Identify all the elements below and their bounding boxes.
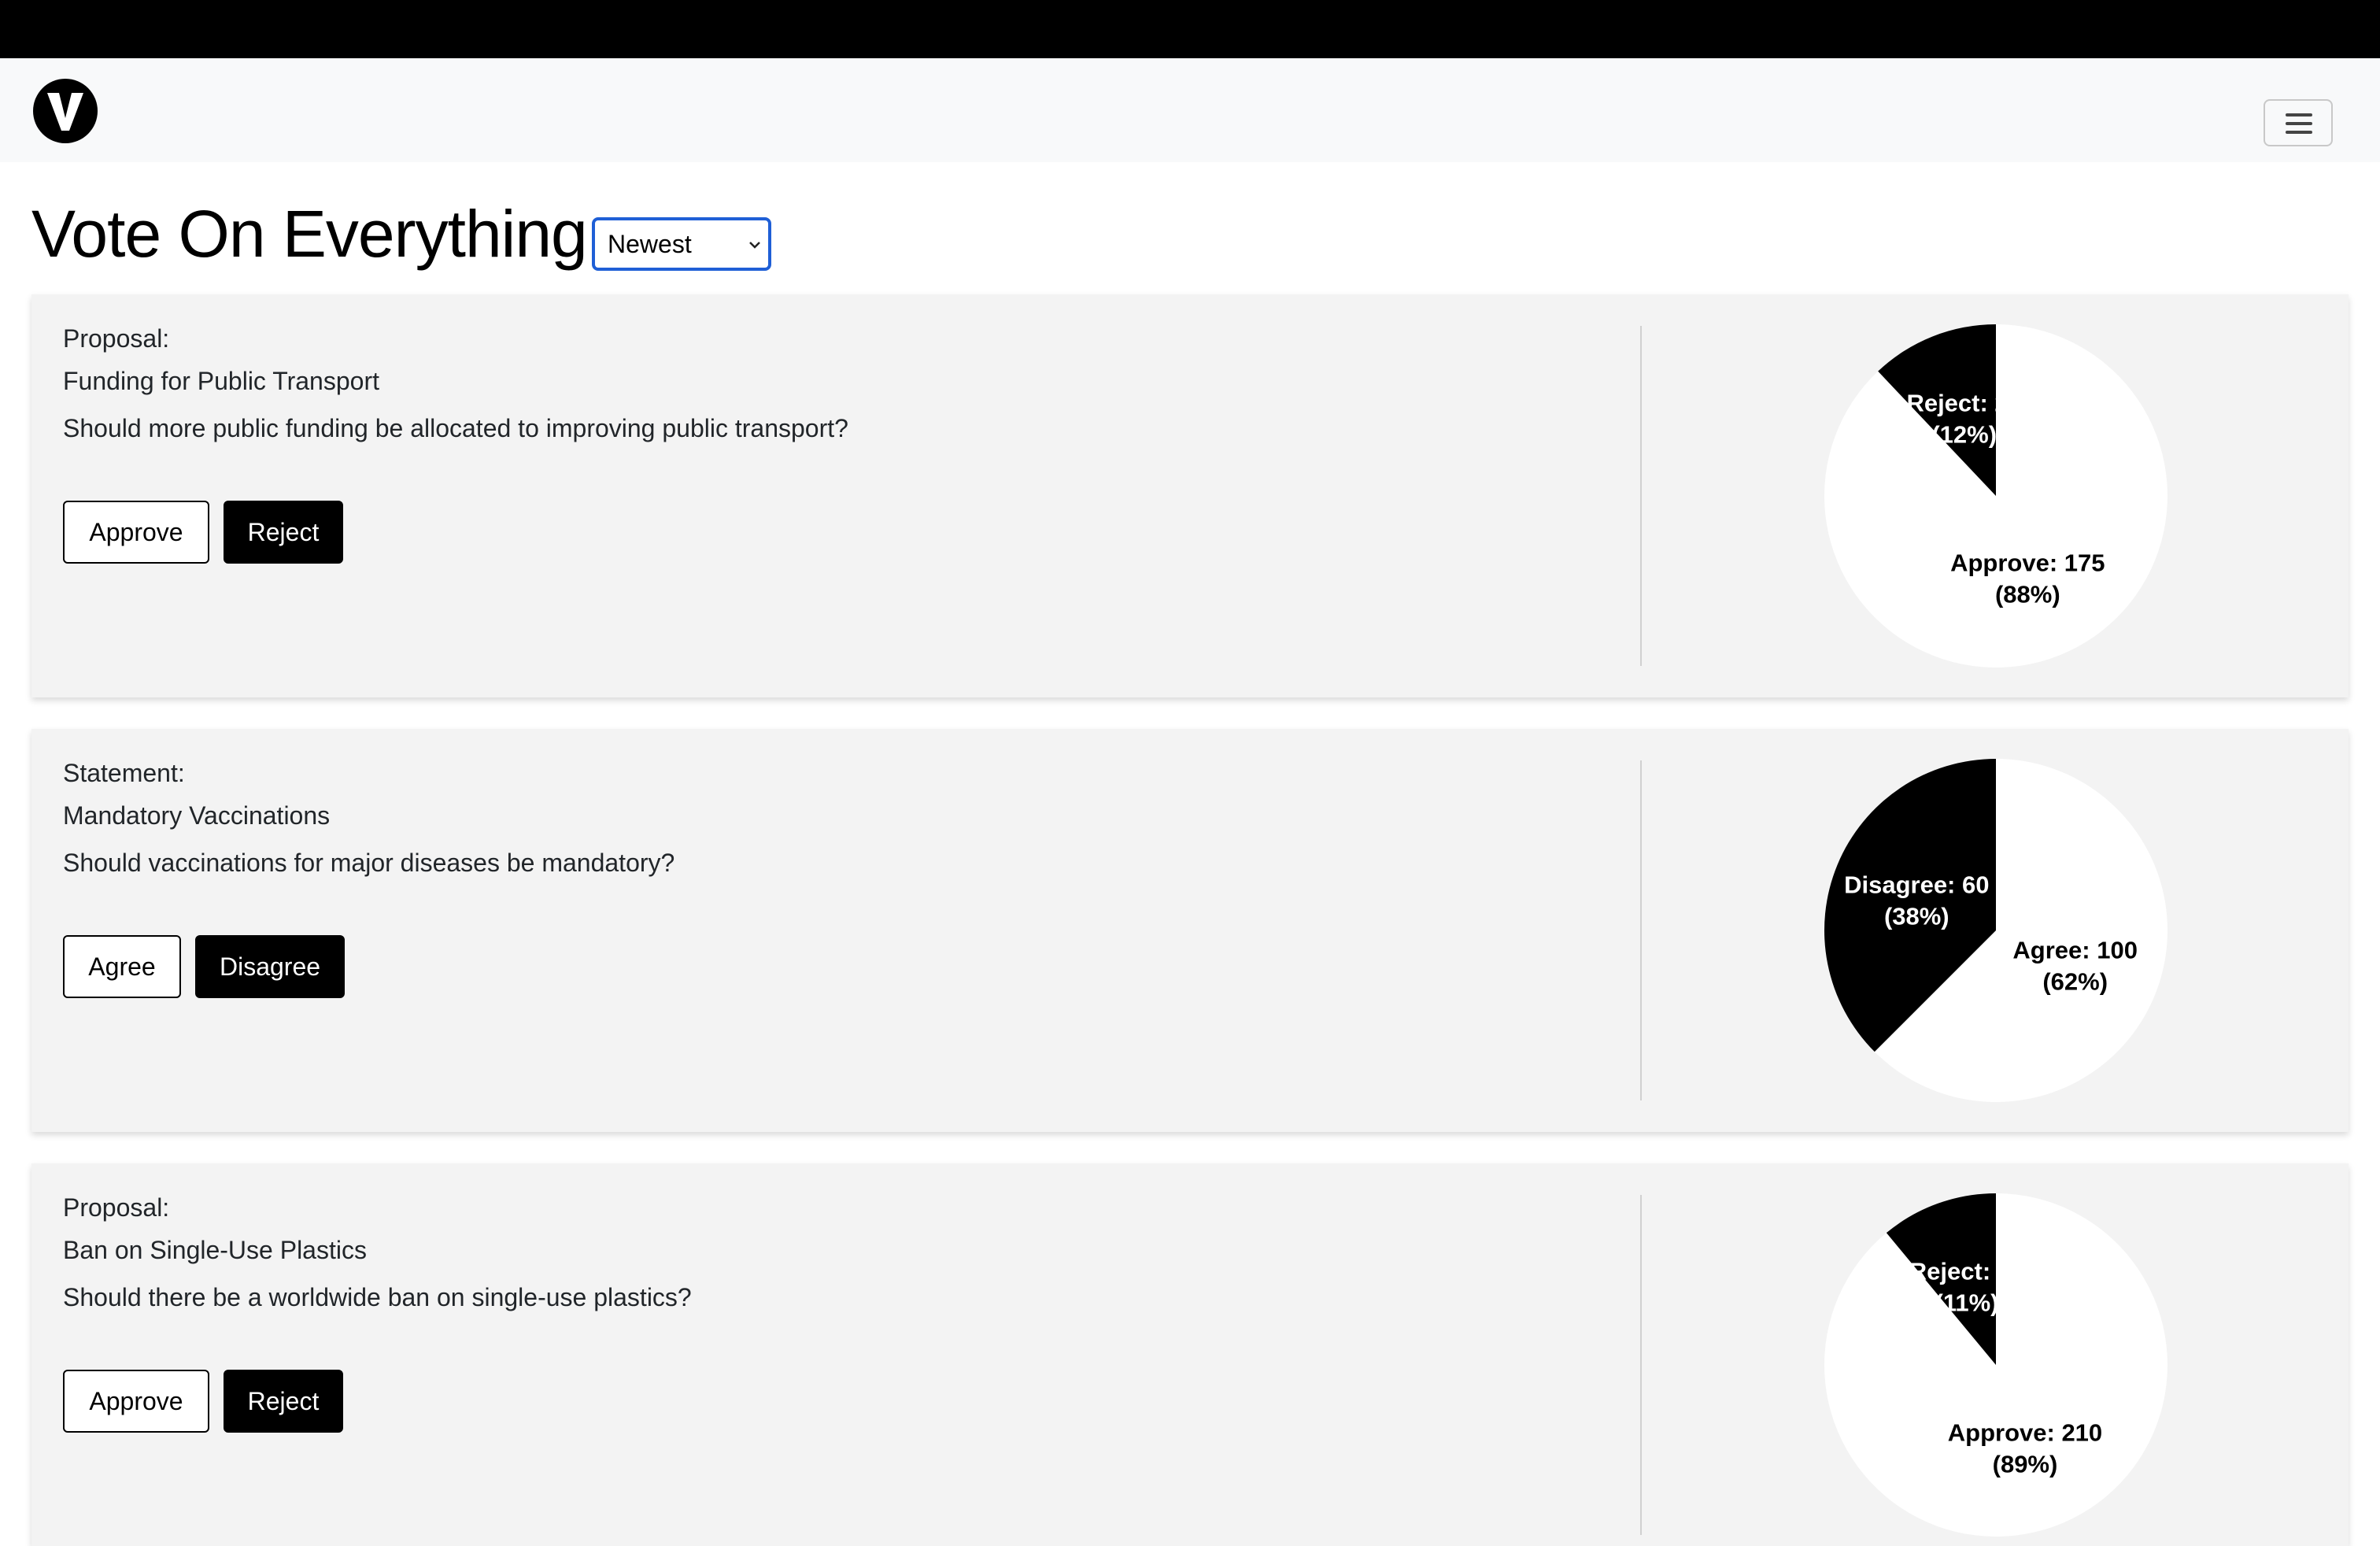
card-question: Should there be a worldwide ban on singl… <box>63 1283 692 1311</box>
card-question: Should vaccinations for major diseases b… <box>63 849 675 877</box>
vote-card: Statement: Mandatory Vaccinations Should… <box>31 729 2349 1132</box>
agree-button[interactable]: Agree <box>63 935 181 998</box>
vote-card: Proposal: Ban on Single-Use Plastics Sho… <box>31 1163 2349 1546</box>
menu-icon <box>2286 122 2312 125</box>
reject-button[interactable]: Reject <box>224 1370 343 1433</box>
menu-icon <box>2286 113 2312 117</box>
results-pie-chart: Agree: 100 (62%)Disagree: 60 (38%) <box>1824 759 2168 1102</box>
approve-button[interactable]: Approve <box>63 501 209 564</box>
results-pie-chart: Approve: 210 (89%)Reject: 26 (11%) <box>1824 1193 2168 1537</box>
card-title: Funding for Public Transport <box>63 367 379 395</box>
card-type-label: Statement: <box>63 759 185 787</box>
v-logo-icon <box>47 93 83 131</box>
top-black-bar <box>0 0 2380 58</box>
chevron-down-icon <box>749 242 760 249</box>
navbar <box>0 58 2380 162</box>
sort-selected-value: Newest <box>608 230 692 258</box>
disagree-button[interactable]: Disagree <box>195 935 345 998</box>
card-question: Should more public funding be allocated … <box>63 414 848 442</box>
hamburger-menu-button[interactable] <box>2264 99 2333 146</box>
reject-button[interactable]: Reject <box>224 501 343 564</box>
card-title: Mandatory Vaccinations <box>63 801 331 830</box>
results-pie-chart: Approve: 175 (88%)Reject: 24 (12%) <box>1824 324 2168 668</box>
card-title: Ban on Single-Use Plastics <box>63 1236 367 1264</box>
card-divider <box>1640 760 1642 1100</box>
vote-card: Proposal: Funding for Public Transport S… <box>31 294 2349 697</box>
card-type-label: Proposal: <box>63 1193 170 1222</box>
card-type-label: Proposal: <box>63 324 170 353</box>
approve-button[interactable]: Approve <box>63 1370 209 1433</box>
sort-select[interactable]: Newest <box>592 217 771 271</box>
card-divider <box>1640 326 1642 666</box>
page-title: Vote On Everything. <box>31 197 605 271</box>
card-divider <box>1640 1195 1642 1535</box>
logo[interactable] <box>33 79 98 143</box>
menu-icon <box>2286 131 2312 134</box>
